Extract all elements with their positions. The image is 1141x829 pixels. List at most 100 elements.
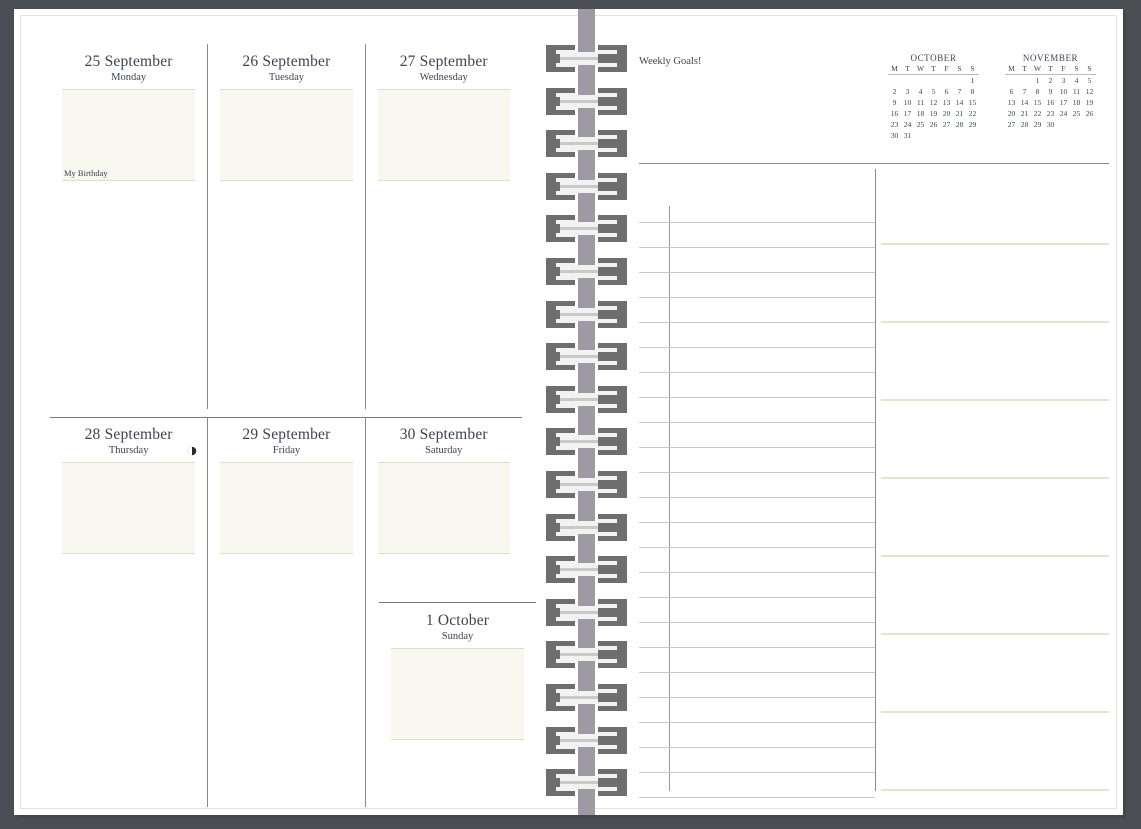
calendar-day[interactable]: 20 — [940, 108, 953, 119]
calendar-day[interactable]: 25 — [1070, 108, 1083, 119]
day-cell-monday[interactable]: 25 September Monday My Birthday — [50, 44, 207, 409]
day-cell-sunday[interactable]: 1 October Sunday — [379, 602, 536, 740]
calendar-day[interactable]: 11 — [1070, 86, 1083, 97]
mini-calendar-week-row: 12345 — [1005, 75, 1096, 87]
note-rule-line — [881, 789, 1109, 791]
calendar-day[interactable]: 29 — [966, 119, 979, 130]
note-rule-line — [639, 622, 875, 623]
note-rule-line — [639, 497, 875, 498]
calendar-day[interactable]: 4 — [1070, 75, 1083, 87]
mini-calendar-week-row: 27 28 29 30 — [1005, 119, 1096, 130]
calendar-day[interactable]: 28 — [953, 119, 966, 130]
calendar-day[interactable]: 31 — [901, 130, 914, 141]
day-entry-block[interactable] — [220, 88, 353, 181]
calendar-day[interactable]: 10 — [1057, 86, 1070, 97]
note-rule-line — [639, 747, 875, 748]
calendar-day[interactable]: 11 — [914, 97, 927, 108]
calendar-day[interactable]: 2 — [888, 86, 901, 97]
calendar-day[interactable]: 15 — [966, 97, 979, 108]
last-quarter-moon-icon — [187, 446, 197, 456]
calendar-day[interactable]: 21 — [953, 108, 966, 119]
calendar-day[interactable]: 16 — [888, 108, 901, 119]
calendar-day[interactable]: 26 — [1083, 108, 1096, 119]
mini-calendar-november[interactable]: NOVEMBER M T W T F S S 1 2 3 4 5 6 7 8 9 10 11 12 13 14 15 16 17… — [992, 45, 1109, 163]
spiral-ring-icon — [546, 598, 627, 626]
spiral-ring-icon — [546, 641, 627, 669]
calendar-day[interactable]: 30 — [888, 130, 901, 141]
calendar-day[interactable]: 22 — [966, 108, 979, 119]
calendar-day[interactable]: 3 — [1057, 75, 1070, 87]
calendar-day[interactable]: 8 — [966, 86, 979, 97]
calendar-day[interactable]: 7 — [1018, 86, 1031, 97]
day-header: 30 September Saturday — [366, 417, 522, 457]
calendar-day[interactable]: 22 — [1031, 108, 1044, 119]
calendar-day[interactable]: 27 — [940, 119, 953, 130]
day-date: 25 September — [84, 53, 173, 70]
notes-column-left[interactable] — [639, 169, 875, 798]
calendar-day[interactable]: 24 — [901, 119, 914, 130]
spiral-ring-icon — [546, 87, 627, 115]
calendar-day[interactable]: 12 — [927, 97, 940, 108]
calendar-day[interactable]: 12 — [1083, 86, 1096, 97]
day-entry-block[interactable] — [220, 461, 353, 554]
weekday-header: M — [888, 64, 901, 75]
day-entry-block[interactable] — [391, 647, 524, 740]
day-entry-block[interactable] — [62, 461, 196, 554]
calendar-day[interactable]: 5 — [927, 86, 940, 97]
weekday-header: T — [1044, 64, 1057, 75]
weekly-goals-section[interactable]: Weekly Goals! — [639, 45, 875, 164]
calendar-day[interactable]: 28 — [1018, 119, 1031, 130]
calendar-day[interactable]: 18 — [1070, 97, 1083, 108]
calendar-day[interactable]: 13 — [1005, 97, 1018, 108]
day-entry-block[interactable] — [377, 461, 510, 554]
day-weekday: Thursday — [108, 444, 149, 456]
calendar-day[interactable]: 30 — [1044, 119, 1057, 130]
calendar-day[interactable]: 19 — [1083, 97, 1096, 108]
calendar-day[interactable]: 3 — [901, 86, 914, 97]
calendar-day[interactable]: 24 — [1057, 108, 1070, 119]
calendar-day[interactable]: 29 — [1031, 119, 1044, 130]
calendar-day[interactable]: 9 — [888, 97, 901, 108]
calendar-day[interactable]: 25 — [914, 119, 927, 130]
spiral-ring-icon — [546, 343, 627, 371]
calendar-day[interactable]: 21 — [1018, 108, 1031, 119]
day-entry-block[interactable] — [377, 88, 510, 181]
calendar-day[interactable]: 17 — [901, 108, 914, 119]
calendar-day[interactable]: 27 — [1005, 119, 1018, 130]
mini-calendar-week-row: 1 — [888, 75, 979, 87]
calendar-day[interactable]: 23 — [888, 119, 901, 130]
day-cell-wednesday[interactable]: 27 September Wednesday — [364, 44, 522, 409]
day-cell-tuesday[interactable]: 26 September Tuesday — [207, 44, 364, 409]
calendar-day[interactable]: 26 — [927, 119, 940, 130]
day-date: 30 September — [399, 426, 488, 443]
day-weekday: Tuesday — [268, 71, 305, 83]
note-rule-line — [639, 572, 875, 573]
calendar-day[interactable]: 5 — [1083, 75, 1096, 87]
calendar-day[interactable]: 15 — [1031, 97, 1044, 108]
calendar-day[interactable]: 18 — [914, 108, 927, 119]
calendar-day[interactable]: 14 — [953, 97, 966, 108]
day-cell-thursday[interactable]: 28 September Thursday — [50, 417, 207, 807]
calendar-day[interactable]: 6 — [940, 86, 953, 97]
spiral-ring-icon — [546, 130, 627, 158]
calendar-day[interactable]: 4 — [914, 86, 927, 97]
calendar-day[interactable]: 8 — [1031, 86, 1044, 97]
day-entry-block[interactable]: My Birthday — [62, 88, 196, 181]
calendar-day[interactable]: 19 — [927, 108, 940, 119]
calendar-day[interactable]: 13 — [940, 97, 953, 108]
calendar-day[interactable]: 16 — [1044, 97, 1057, 108]
calendar-day[interactable]: 6 — [1005, 86, 1018, 97]
calendar-day[interactable]: 20 — [1005, 108, 1018, 119]
calendar-day[interactable]: 2 — [1044, 75, 1057, 87]
calendar-day[interactable]: 1 — [1031, 75, 1044, 87]
calendar-day[interactable]: 10 — [901, 97, 914, 108]
calendar-day[interactable]: 23 — [1044, 108, 1057, 119]
calendar-day[interactable]: 17 — [1057, 97, 1070, 108]
calendar-day[interactable]: 9 — [1044, 86, 1057, 97]
notes-column-right[interactable] — [876, 169, 1109, 791]
mini-calendar-october[interactable]: OCTOBER M T W T F S S 1 2 3 4 5 6 7 8 9 10 11 12 13 14 15 16 17 1… — [875, 45, 992, 163]
calendar-day[interactable]: 1 — [966, 75, 979, 87]
calendar-day[interactable]: 14 — [1018, 97, 1031, 108]
day-cell-friday[interactable]: 29 September Friday — [207, 417, 364, 807]
calendar-day[interactable]: 7 — [953, 86, 966, 97]
